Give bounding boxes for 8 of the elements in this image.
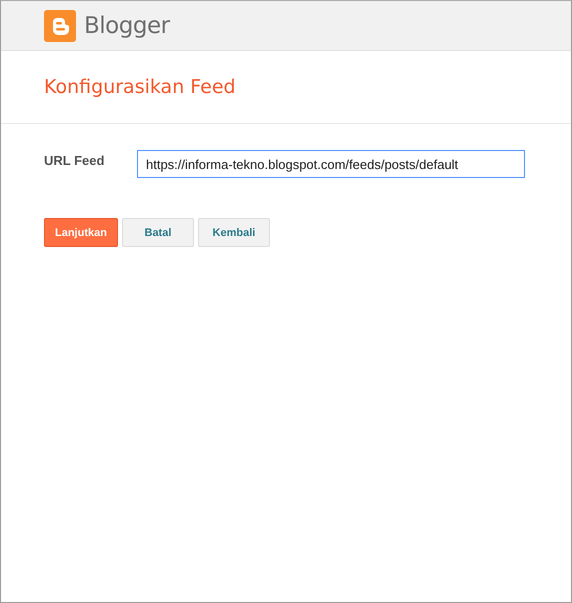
action-button[interactable]: Batal xyxy=(122,218,194,247)
action-button[interactable]: Kembali xyxy=(198,218,270,247)
blogger-logo-icon xyxy=(44,10,76,42)
page-title: Konfigurasikan Feed xyxy=(44,76,236,98)
brand-name: Blogger xyxy=(84,12,170,38)
continue-button[interactable]: Lanjutkan xyxy=(44,218,118,247)
url-input-field[interactable]: https://informa-tekno.blogspot.com/feeds/posts/default xyxy=(137,150,525,178)
field-label: URL Feed xyxy=(44,152,106,168)
